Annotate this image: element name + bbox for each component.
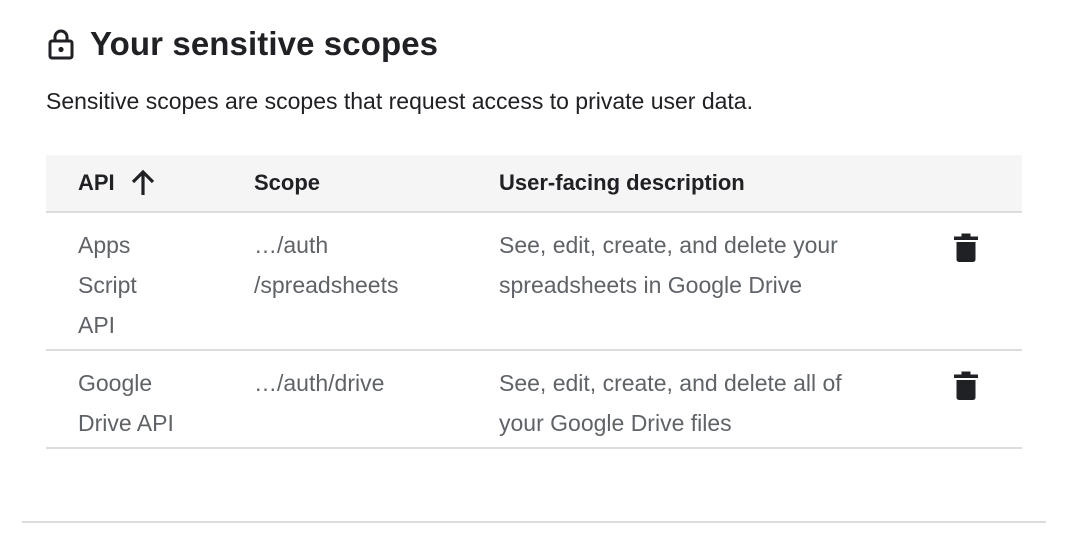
scope-cell: …/auth /spreadsheets: [254, 225, 474, 305]
section-description: Sensitive scopes are scopes that request…: [46, 88, 753, 114]
section-header: Your sensitive scopes: [46, 24, 438, 64]
api-cell-line: Drive API: [78, 410, 174, 436]
description-cell: See, edit, create, and delete all of you…: [499, 363, 919, 443]
trash-icon[interactable]: [951, 369, 981, 403]
table-row: Apps Script API …/auth /spreadsheets See…: [46, 213, 1022, 351]
api-cell-line: Apps: [78, 232, 131, 258]
column-header-description[interactable]: User-facing description: [499, 155, 745, 211]
scope-cell-line: …/auth: [254, 232, 329, 258]
api-cell-line: Script: [78, 272, 137, 298]
api-cell-line: Google: [78, 370, 153, 396]
table-header: API Scope User-facing description: [46, 155, 1022, 213]
description-cell-line: See, edit, create, and delete all of: [499, 370, 842, 396]
description-cell-line: your Google Drive files: [499, 410, 732, 436]
scope-cell-line: …/auth/drive: [254, 370, 385, 396]
arrow-up-icon[interactable]: [129, 169, 157, 197]
column-header-api-label: API: [78, 170, 115, 195]
scope-cell-line: /spreadsheets: [254, 272, 399, 298]
description-cell: See, edit, create, and delete your sprea…: [499, 225, 919, 305]
api-cell-line: API: [78, 312, 116, 338]
api-cell: Google Drive API: [78, 363, 198, 443]
lock-icon: [46, 28, 76, 60]
scopes-table: API Scope User-facing description Apps S…: [46, 155, 1022, 449]
scope-cell: …/auth/drive: [254, 363, 474, 403]
section-title: Your sensitive scopes: [90, 25, 439, 62]
trash-icon[interactable]: [951, 231, 981, 265]
description-cell-line: spreadsheets in Google Drive: [499, 272, 802, 298]
description-cell-line: See, edit, create, and delete your: [499, 232, 838, 258]
column-header-scope[interactable]: Scope: [254, 155, 320, 211]
api-cell: Apps Script API: [78, 225, 198, 345]
section-divider: [22, 521, 1046, 523]
column-header-api[interactable]: API: [78, 155, 157, 211]
table-row: Google Drive API …/auth/drive See, edit,…: [46, 351, 1022, 449]
